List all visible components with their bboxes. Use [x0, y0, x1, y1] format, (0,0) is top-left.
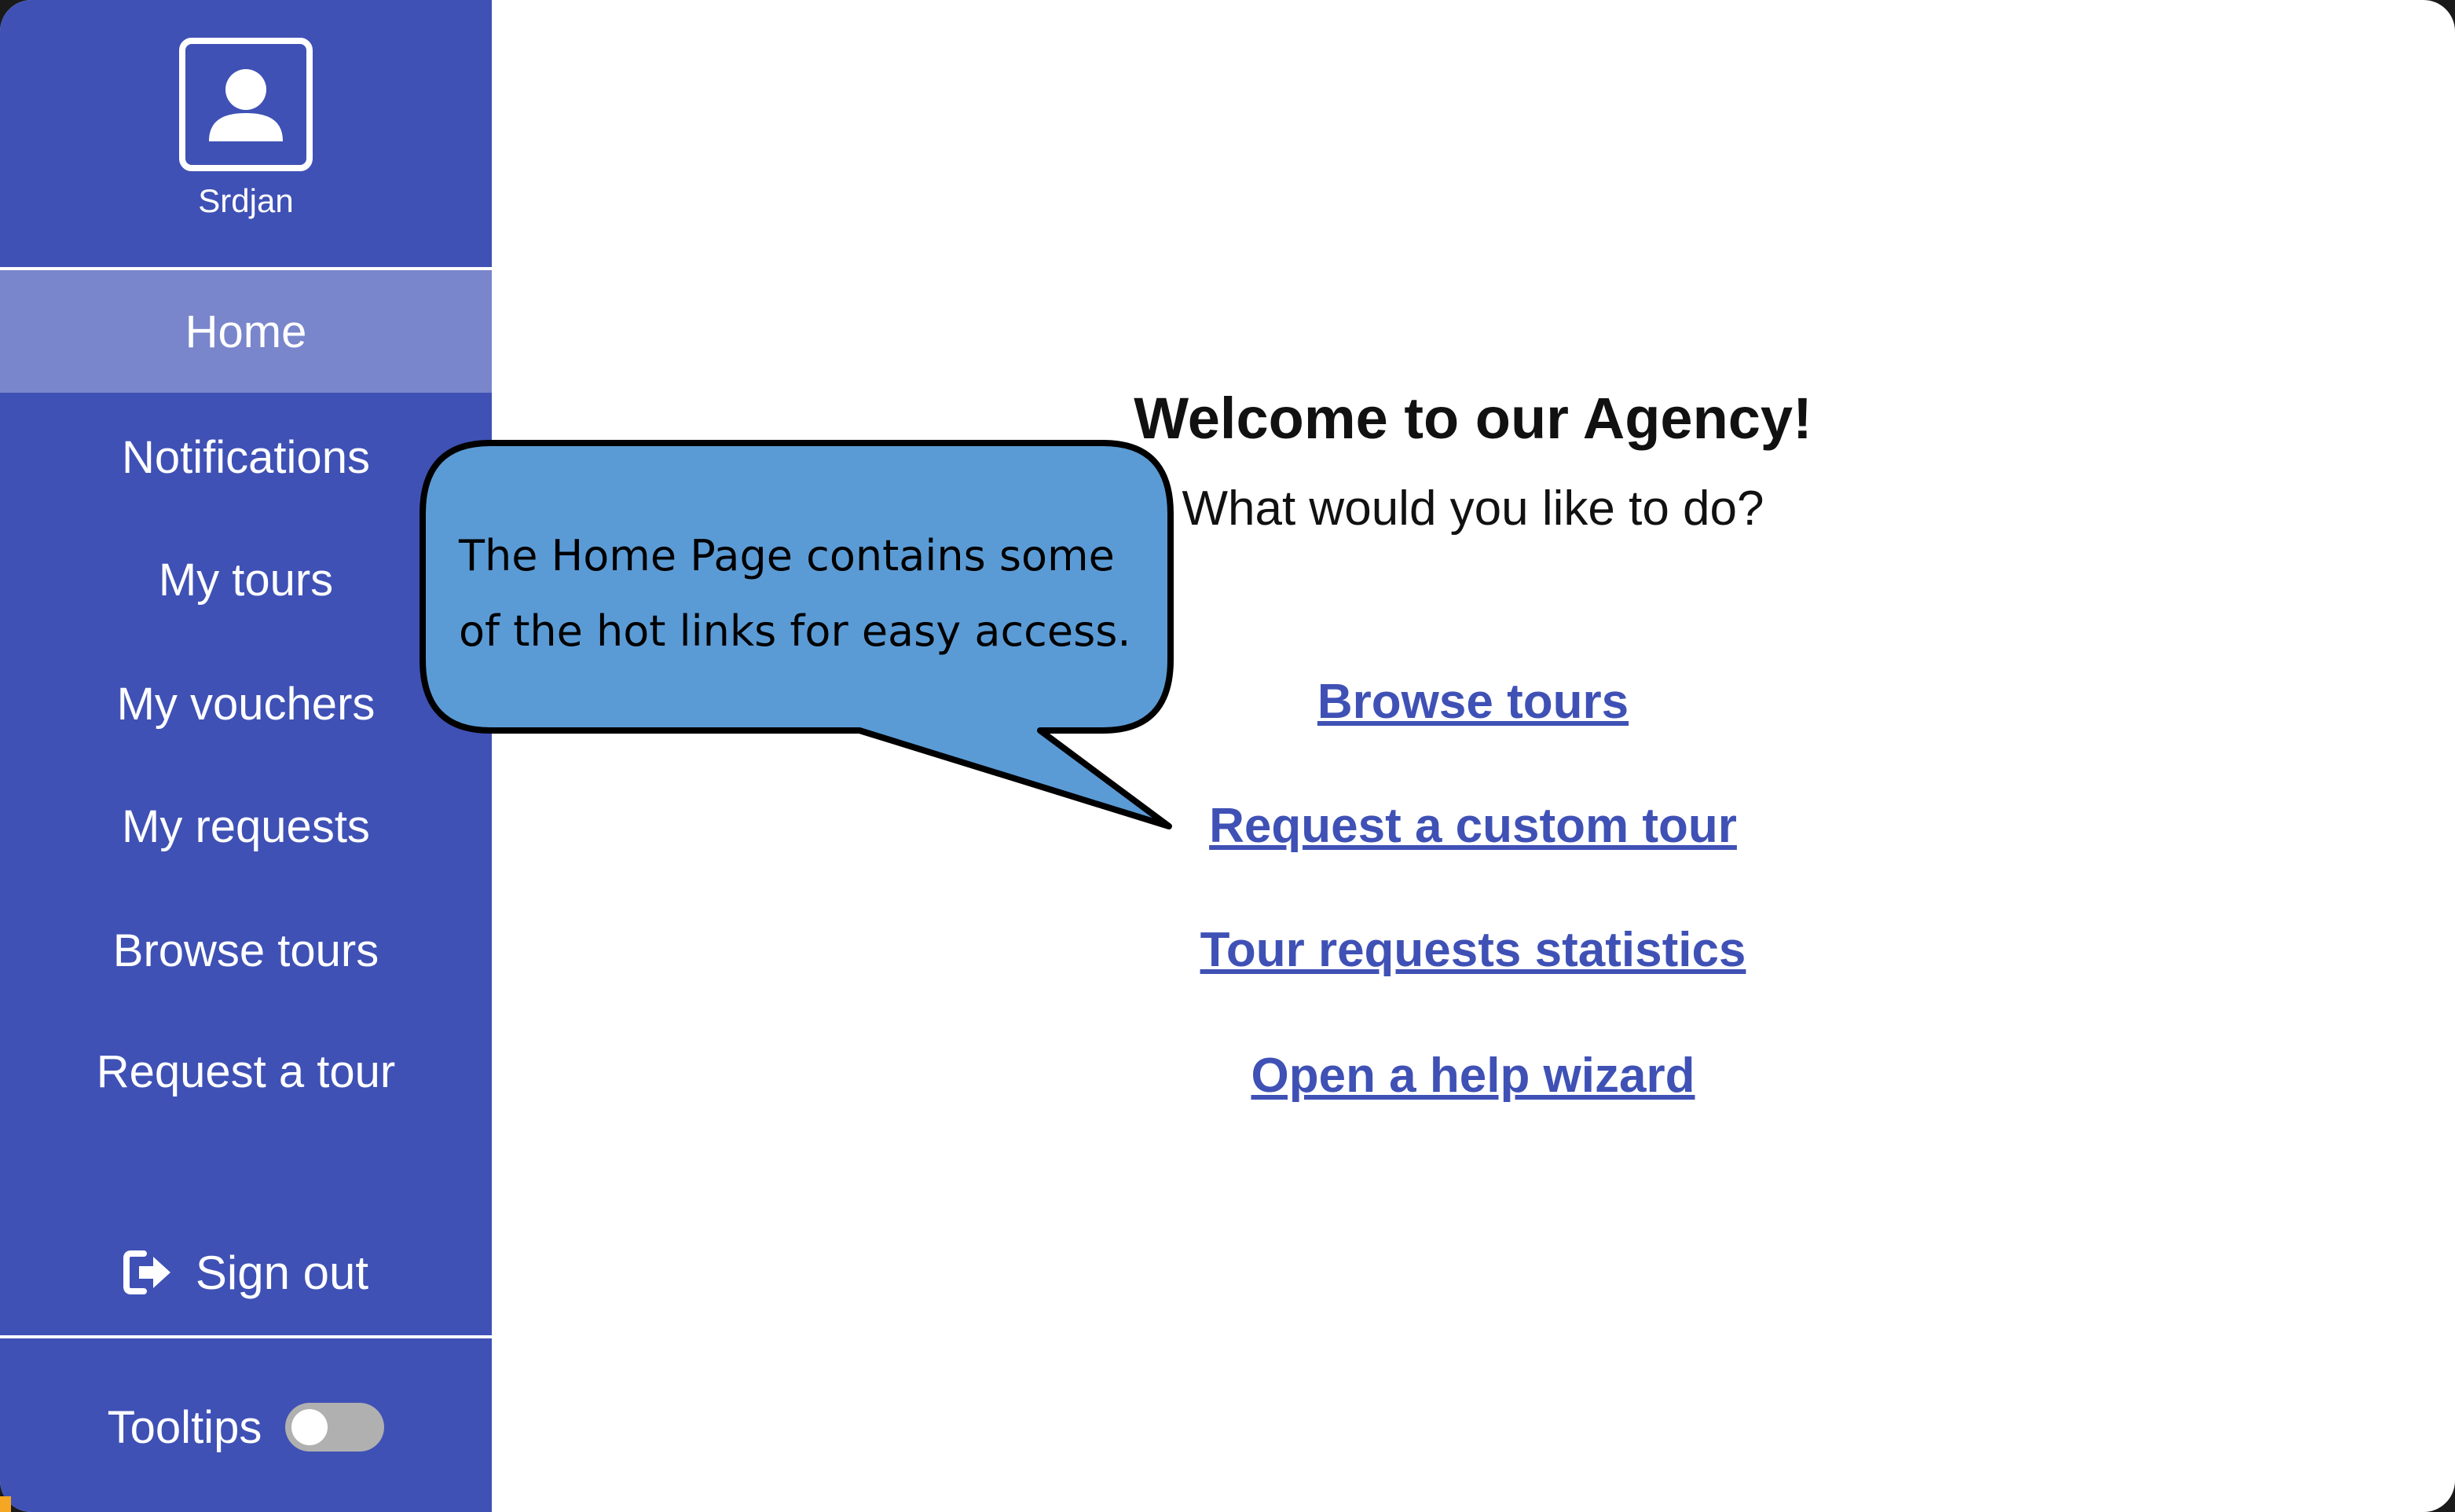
sidebar-item-home[interactable]: Home — [0, 270, 492, 393]
callout-line-2: of the hot links for easy access. — [459, 606, 1131, 656]
app-window: Srdjan Home Notifications My tours My vo… — [0, 0, 2455, 1512]
tooltips-toggle[interactable] — [285, 1403, 385, 1452]
link-tour-requests-statistics[interactable]: Tour requests statistics — [1006, 922, 1940, 978]
sidebar-item-notifications[interactable]: Notifications — [0, 396, 492, 518]
sign-out-icon — [123, 1250, 170, 1294]
link-open-help-wizard[interactable]: Open a help wizard — [1006, 1048, 1940, 1104]
callout-text: The Home Page contains some of the hot l… — [459, 518, 1150, 669]
toggle-knob — [291, 1409, 328, 1445]
sidebar-divider-bottom — [0, 1335, 492, 1338]
tooltips-setting: Tooltips — [0, 1384, 492, 1470]
sidebar-item-request-a-tour[interactable]: Request a tour — [0, 1010, 492, 1133]
sign-out-label: Sign out — [195, 1246, 369, 1299]
username: Srdjan — [198, 182, 294, 219]
person-icon — [209, 69, 283, 141]
user-avatar-icon[interactable] — [179, 38, 313, 171]
sidebar-item-browse-tours[interactable]: Browse tours — [0, 889, 492, 1012]
sidebar-item-my-tours[interactable]: My tours — [0, 518, 492, 641]
help-callout: The Home Page contains some of the hot l… — [420, 440, 1174, 833]
sidebar-item-my-vouchers[interactable]: My vouchers — [0, 643, 492, 765]
sidebar-item-my-requests[interactable]: My requests — [0, 765, 492, 888]
callout-line-1: The Home Page contains some — [459, 531, 1115, 580]
sidebar: Srdjan Home Notifications My tours My vo… — [0, 0, 492, 1512]
tooltips-label: Tooltips — [107, 1401, 262, 1453]
corner-mark — [0, 1496, 11, 1512]
sign-out-button[interactable]: Sign out — [0, 1217, 492, 1327]
